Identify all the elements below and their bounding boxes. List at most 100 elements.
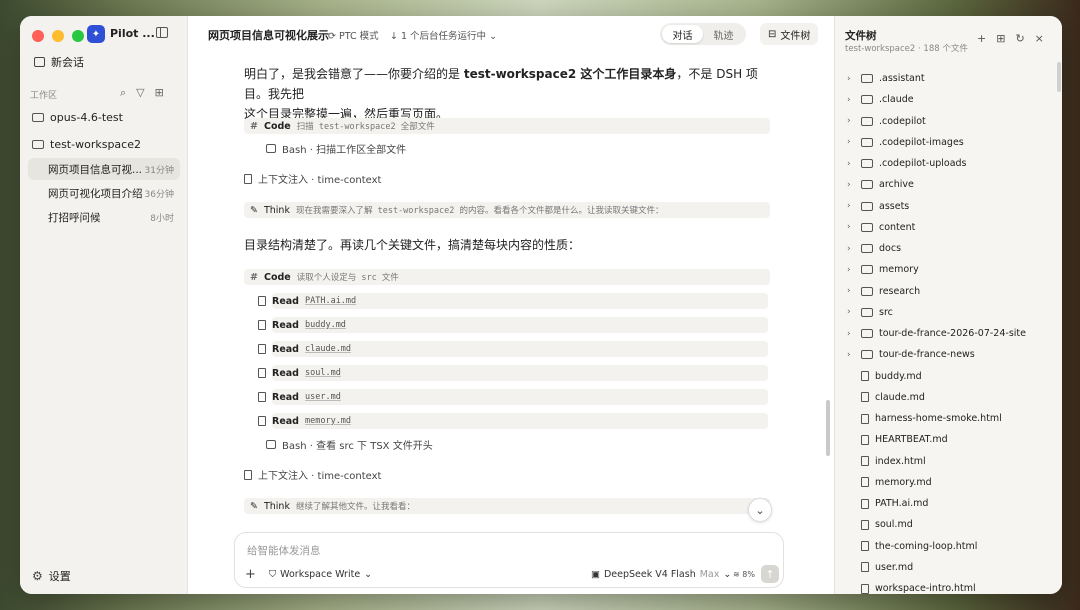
read-step[interactable]: Read claude.md: [258, 341, 768, 357]
tree-folder[interactable]: › src: [847, 307, 893, 318]
file-icon: [861, 583, 869, 594]
tab-chat[interactable]: 对话: [662, 25, 703, 43]
permission-label: Workspace Write: [280, 569, 361, 580]
msg-text: 目录结构清楚了。再读几个关键文件，搞清楚每块内容的性质：: [244, 238, 581, 252]
maximize-window-button[interactable]: [72, 30, 84, 42]
file-icon: [861, 371, 869, 381]
tree-file[interactable]: index.html: [847, 456, 926, 467]
terminal-icon: [266, 144, 276, 153]
tree-file[interactable]: claude.md: [847, 392, 925, 403]
send-button[interactable]: ↑: [761, 565, 779, 583]
tree-file-name: workspace-intro.html: [875, 583, 976, 594]
conversation-item[interactable]: 网页可视化项目介绍 36分钟: [28, 182, 180, 204]
new-chat-button[interactable]: 新会话: [34, 54, 84, 70]
shield-icon: ⛉: [269, 569, 277, 580]
workspace-item-opus[interactable]: opus-4.6-test: [32, 111, 123, 124]
tree-folder[interactable]: › .assistant: [847, 73, 925, 84]
read-step[interactable]: Read soul.md: [258, 365, 768, 381]
context-injection[interactable]: 上下文注入 · time-context: [244, 467, 381, 482]
tree-folder-name: archive: [879, 179, 914, 191]
tree-folder[interactable]: › archive: [847, 179, 914, 190]
message-input[interactable]: 给智能体发消息: [247, 543, 321, 558]
tree-file[interactable]: PATH.ai.md: [847, 498, 928, 509]
tree-folder[interactable]: › .claude: [847, 94, 914, 105]
read-step[interactable]: Read user.md: [258, 389, 768, 405]
close-icon[interactable]: ×: [1035, 32, 1044, 45]
minimize-window-button[interactable]: [52, 30, 64, 42]
read-step[interactable]: Read PATH.ai.md: [258, 293, 768, 309]
panel-scrollbar[interactable]: [1057, 62, 1061, 92]
bash-step[interactable]: Bash · 扫描工作区全部文件: [266, 141, 406, 156]
read-file[interactable]: user.md: [305, 392, 341, 402]
code-tool-block[interactable]: # Code 扫描 test-workspace2 全部文件: [244, 118, 770, 134]
background-task-dropdown[interactable]: ↓ 1 个后台任务运行中 ⌄: [390, 28, 497, 42]
think-block[interactable]: ✎ Think 继续了解其他文件。让我看看：: [244, 498, 770, 514]
attach-plus-icon[interactable]: +: [245, 567, 256, 582]
context-injection[interactable]: 上下文注入 · time-context: [244, 171, 381, 186]
tree-file[interactable]: soul.md: [847, 519, 913, 530]
tree-folder[interactable]: › research: [847, 286, 920, 297]
tree-folder-name: docs: [879, 243, 902, 254]
code-tool-block[interactable]: # Code 读取个人设定与 src 文件: [244, 269, 770, 285]
file-icon: [861, 562, 869, 573]
conversation-item[interactable]: 打招呼问候 8小时: [28, 206, 180, 228]
read-step[interactable]: Read buddy.md: [258, 317, 768, 333]
new-file-icon[interactable]: +: [977, 32, 986, 45]
tree-folder[interactable]: › tour-de-france-news: [847, 349, 975, 360]
refresh-icon[interactable]: ↻: [1015, 32, 1024, 45]
file-tree-button[interactable]: ⊟ 文件树: [760, 23, 819, 45]
tree-file[interactable]: memory.md: [847, 477, 932, 488]
message-composer[interactable]: 给智能体发消息 + ⛉ Workspace Write ⌄ ▣ DeepSeek…: [234, 532, 784, 588]
tree-folder-name: .assistant: [879, 73, 925, 84]
permission-dropdown[interactable]: ⛉ Workspace Write ⌄: [269, 569, 372, 580]
bash-step[interactable]: Bash · 查看 src 下 TSX 文件开头: [266, 437, 433, 452]
tree-folder[interactable]: › assets: [847, 201, 909, 212]
folder-icon: [861, 137, 873, 147]
read-file[interactable]: claude.md: [305, 344, 351, 354]
conversation-time: 31分钟: [144, 165, 174, 176]
think-block[interactable]: ✎ Think 现在我需要深入了解 test-workspace2 的内容。看看…: [244, 202, 770, 218]
tree-file[interactable]: workspace-intro.html: [847, 583, 976, 594]
read-label: Read: [272, 343, 299, 355]
chevron-right-icon: ›: [847, 158, 851, 169]
filter-icon[interactable]: ▽: [136, 86, 144, 100]
conversation-item-active[interactable]: 网页项目信息可视... 31分钟: [28, 158, 180, 180]
tree-folder[interactable]: › .codepilot: [847, 116, 926, 127]
tree-folder[interactable]: › .codepilot-images: [847, 137, 964, 148]
close-window-button[interactable]: [32, 30, 44, 42]
tree-folder[interactable]: › tour-de-france-2026-07-24-site: [847, 328, 1026, 339]
bash-label: Bash · 查看 src 下 TSX 文件开头: [282, 441, 433, 452]
read-file[interactable]: memory.md: [305, 416, 351, 426]
read-file[interactable]: soul.md: [305, 368, 341, 378]
chevron-down-icon: ⌄: [489, 31, 498, 42]
scroll-to-bottom-button[interactable]: ⌄: [748, 498, 772, 522]
mode-indicator[interactable]: ⟳ PTC 模式: [328, 28, 379, 42]
tree-file[interactable]: user.md: [847, 562, 913, 573]
think-label: Think: [263, 500, 290, 512]
tree-folder[interactable]: › content: [847, 222, 915, 233]
tree-file[interactable]: the-coming-loop.html: [847, 541, 977, 552]
tree-file[interactable]: harness-home-smoke.html: [847, 413, 1002, 424]
chat-scrollbar[interactable]: [826, 400, 830, 456]
tab-trace[interactable]: 轨迹: [703, 25, 744, 43]
workspace-item-test[interactable]: test-workspace2: [32, 138, 141, 151]
tree-folder[interactable]: › docs: [847, 243, 901, 254]
folder-icon: [32, 113, 44, 122]
new-folder-icon[interactable]: ⊞: [996, 32, 1005, 45]
model-selector[interactable]: ▣ DeepSeek V4 Flash Max ⌄: [591, 569, 731, 580]
tree-folder[interactable]: › memory: [847, 264, 919, 275]
read-step[interactable]: Read memory.md: [258, 413, 768, 429]
read-file[interactable]: buddy.md: [305, 320, 346, 330]
search-icon[interactable]: ⌕: [120, 86, 126, 100]
tree-file[interactable]: buddy.md: [847, 371, 922, 382]
tree-file[interactable]: HEARTBEAT.md: [847, 434, 948, 445]
sidebar-toggle-icon[interactable]: [156, 27, 168, 38]
chevron-right-icon: ›: [847, 222, 851, 233]
settings-button[interactable]: ⚙ 设置: [32, 568, 71, 584]
model-icon: ▣: [591, 569, 600, 580]
file-icon: [861, 541, 869, 551]
read-file[interactable]: PATH.ai.md: [305, 296, 356, 306]
tree-folder[interactable]: › .codepilot-uploads: [847, 158, 967, 169]
add-folder-icon[interactable]: ⊞: [155, 86, 164, 100]
workspace-name: opus-4.6-test: [50, 111, 123, 124]
